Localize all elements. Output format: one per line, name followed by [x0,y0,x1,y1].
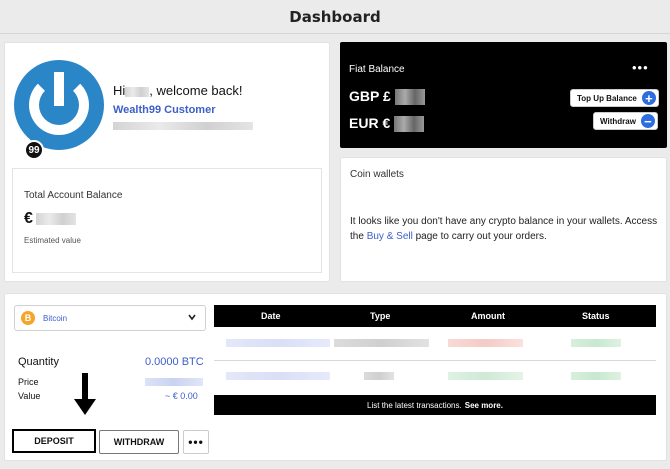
redacted-email [113,122,253,130]
customer-type-label: Wealth99 Customer [113,104,216,116]
deposit-button[interactable]: DEPOSIT [12,429,96,453]
chevron-down-icon [188,314,196,321]
total-balance-label: Total Account Balance [24,190,123,201]
redacted-type [364,372,394,380]
withdraw-fiat-button[interactable]: Withdraw − [593,112,658,130]
welcome-message: Hi, welcome back! [113,83,243,98]
quantity-label: Quantity [18,356,59,368]
top-up-balance-button[interactable]: Top Up Balance + [570,89,659,107]
redacted-eur-amount [394,116,425,133]
redacted-amount [448,372,523,380]
down-arrow-icon [74,373,96,415]
column-status: Status [582,311,610,321]
asset-panel: B Bitcoin Quantity 0.0000 BTC Price Valu… [4,293,667,461]
column-type: Type [370,311,391,321]
redacted-date [226,372,330,380]
buy-sell-link[interactable]: Buy & Sell [367,231,413,242]
minus-icon: − [640,114,655,128]
value-label: Value [18,391,41,401]
fiat-balance-title: Fiat Balance [349,64,405,75]
redacted-balance [35,212,76,225]
table-row[interactable] [214,329,656,358]
price-label: Price [18,377,39,387]
redacted-username [125,86,150,97]
more-actions-button[interactable]: ••• [183,430,209,454]
redacted-date [226,339,330,347]
plus-icon: + [641,91,656,105]
column-date: Date [261,311,281,321]
total-balance-box: Total Account Balance € Estimated value [12,168,322,273]
transactions-table: Date Type Amount Status List the latest … [214,305,656,415]
table-footer: List the latest transactions. See more. [214,395,656,415]
table-header: Date Type Amount Status [214,305,656,327]
eur-balance: EUR € [349,115,425,133]
redacted-price [145,378,203,386]
table-row[interactable] [214,362,656,391]
asset-select[interactable]: B Bitcoin [14,305,206,331]
page-title: Dashboard [289,7,381,26]
gbp-balance: GBP £ [349,88,425,106]
value-amount: ~ € 0.00 [165,391,198,401]
redacted-status [571,339,621,347]
redacted-type [334,339,429,347]
brand-badge: 99 [24,140,44,160]
withdraw-button[interactable]: WITHDRAW [99,430,179,454]
redacted-gbp-amount [394,89,425,106]
column-amount: Amount [471,311,505,321]
bitcoin-icon: B [21,311,35,325]
page-header: Dashboard [0,0,670,34]
more-options-icon[interactable]: ••• [632,60,649,75]
coin-wallets-title: Coin wallets [350,169,404,180]
redacted-amount [448,339,523,347]
total-balance-value: € [24,210,76,228]
redacted-status [571,372,621,380]
see-more-link[interactable]: See more. [465,401,503,410]
quantity-value: 0.0000 BTC [145,356,204,368]
empty-wallet-message: It looks like you don't have any crypto … [350,216,658,242]
selected-asset-label: Bitcoin [43,313,68,323]
profile-card: 99 Hi, welcome back! Wealth99 Customer T… [4,42,330,282]
coin-wallets-card: Coin wallets It looks like you don't hav… [340,157,667,282]
avatar: 99 [14,60,104,160]
fiat-balance-card: Fiat Balance ••• GBP £ EUR € Top Up Bala… [340,42,667,148]
estimated-value-label: Estimated value [24,236,81,245]
